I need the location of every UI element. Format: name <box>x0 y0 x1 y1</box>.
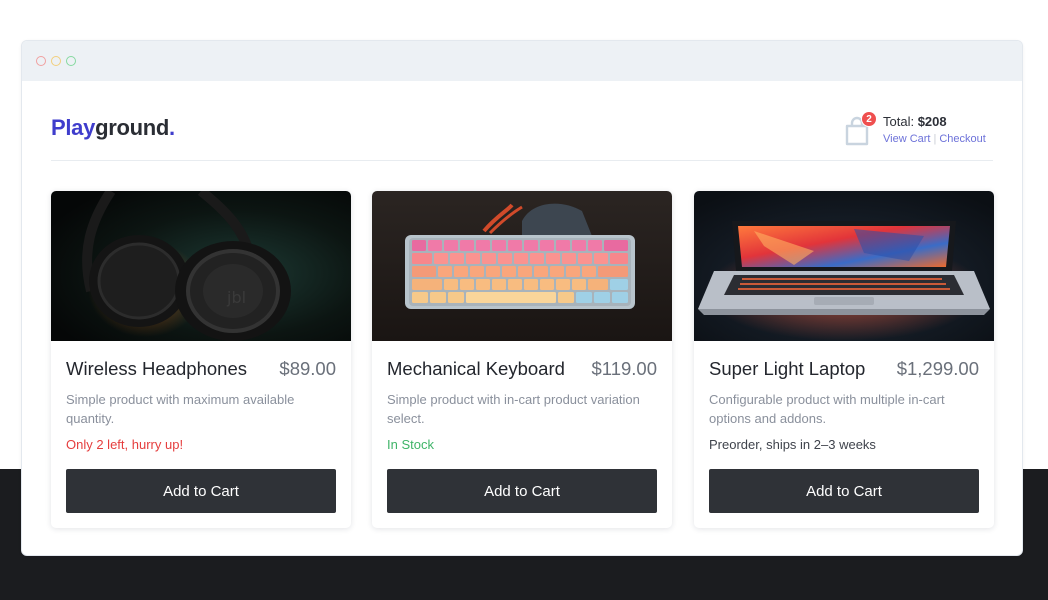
cart-count-badge: 2 <box>861 111 877 127</box>
stock-status: Only 2 left, hurry up! <box>66 437 184 452</box>
cart-total-value: $208 <box>917 114 947 129</box>
product-title-row: Wireless Headphones $89.00 <box>66 358 336 382</box>
product-card-keyboard: Mechanical Keyboard $119.00 Simple produ… <box>372 191 672 528</box>
window-close-control[interactable] <box>36 56 46 66</box>
cart-link-separator: | <box>933 133 937 145</box>
product-price: $119.00 <box>591 358 658 379</box>
window-titlebar <box>22 41 1022 81</box>
product-price: $89.00 <box>279 358 336 379</box>
headphones-image[interactable]: jbl <box>51 191 351 341</box>
product-name[interactable]: Super Light Laptop <box>709 358 865 380</box>
product-description: Simple product with in-cart product vari… <box>387 392 640 426</box>
product-title-row: Super Light Laptop $1,299.00 <box>709 358 979 382</box>
product-card-laptop: Super Light Laptop $1,299.00 Configurabl… <box>694 191 994 528</box>
add-to-cart-button[interactable]: Add to Cart <box>387 469 657 513</box>
product-name[interactable]: Mechanical Keyboard <box>387 358 565 380</box>
view-cart-link[interactable]: View Cart <box>883 133 930 145</box>
product-card-body: Super Light Laptop $1,299.00 Configurabl… <box>709 341 979 528</box>
checkout-link[interactable]: Checkout <box>939 133 985 145</box>
product-grid: jbl Wireless Headphones $89.00 Simple pr… <box>51 191 995 528</box>
window-minimize-control[interactable] <box>51 56 61 66</box>
add-to-cart-button[interactable]: Add to Cart <box>66 469 336 513</box>
logo-part-play: Play <box>51 115 96 140</box>
product-card-body: Wireless Headphones $89.00 Simple produc… <box>66 341 336 528</box>
mini-cart: 2 Total: $208 View Cart | Checkout <box>843 111 993 151</box>
cart-total: Total: $208 <box>883 114 947 129</box>
stock-status: Preorder, ships in 2–3 weeks <box>709 437 876 452</box>
product-name[interactable]: Wireless Headphones <box>66 358 247 380</box>
product-description: Configurable product with multiple in-ca… <box>709 392 945 426</box>
browser-window: Playground. 2 Total: $208 View Cart | Chec… <box>21 40 1023 556</box>
add-to-cart-button[interactable]: Add to Cart <box>709 469 979 513</box>
store-header: Playground. 2 Total: $208 View Cart | Chec… <box>51 101 993 161</box>
svg-text:jbl: jbl <box>226 288 246 307</box>
stock-status: In Stock <box>387 437 434 452</box>
product-title-row: Mechanical Keyboard $119.00 <box>387 358 657 382</box>
laptop-image[interactable] <box>694 191 994 341</box>
product-price: $1,299.00 <box>896 358 979 379</box>
product-card-body: Mechanical Keyboard $119.00 Simple produ… <box>387 341 657 528</box>
logo-dot: . <box>169 115 175 140</box>
cart-links: View Cart | Checkout <box>883 133 986 145</box>
store-logo[interactable]: Playground. <box>51 115 175 141</box>
product-description: Simple product with maximum available qu… <box>66 392 295 426</box>
logo-part-ground: ground <box>95 115 170 140</box>
window-maximize-control[interactable] <box>66 56 76 66</box>
cart-total-label: Total: <box>883 114 918 129</box>
product-card-headphones: jbl Wireless Headphones $89.00 Simple pr… <box>51 191 351 528</box>
keyboard-image[interactable] <box>372 191 672 341</box>
